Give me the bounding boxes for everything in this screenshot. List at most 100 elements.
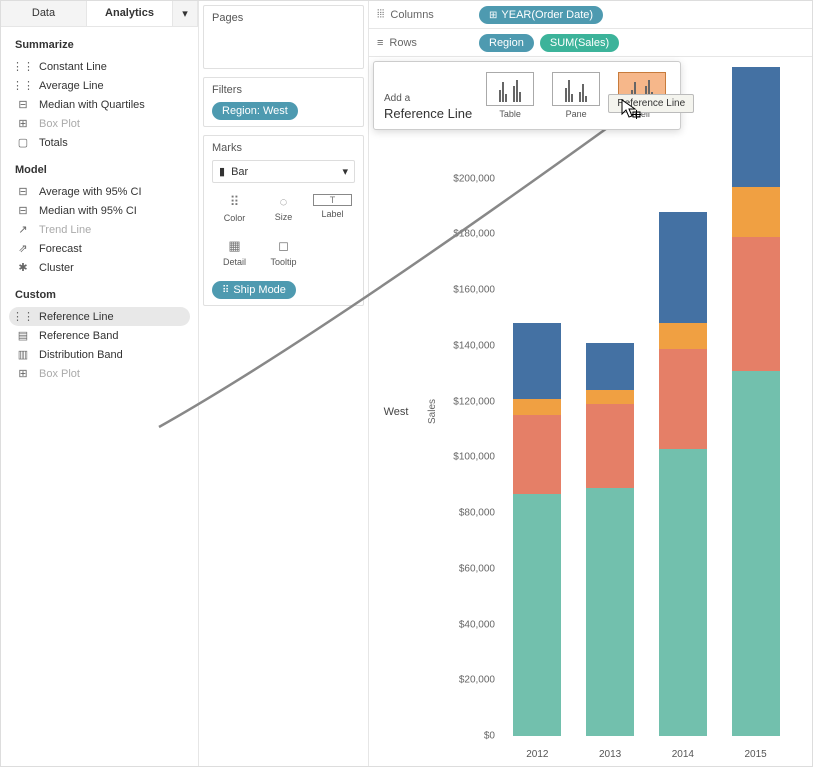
sidebar-tabs: Data Analytics ▾ [1,1,198,27]
filters-card: Filters Region: West [203,77,364,127]
analytics-item-distribution-band[interactable]: ▥Distribution Band [1,345,198,364]
detail-icon: ▦ [215,238,254,254]
y-tick: $80,000 [459,508,495,519]
pages-title: Pages [212,12,355,30]
analytics-item-icon: ⇗ [15,242,31,255]
x-tick: 2012 [526,749,548,760]
seg-second-class[interactable] [732,67,780,187]
analytics-item-totals[interactable]: ▢Totals [1,133,198,152]
analytics-item-median-with-quartiles[interactable]: ⊟Median with Quartiles [1,95,198,114]
seg-same-day[interactable] [732,237,780,371]
seg-first-class[interactable] [659,449,707,736]
tooltip-icon: ◻ [264,238,303,254]
analytics-item-icon: ✱ [15,261,31,274]
mark-label-button[interactable]: TLabel [310,189,355,229]
mark-color-button[interactable]: ⠿Color [212,189,257,229]
x-axis: 2012201320142015 [501,749,792,760]
columns-icon: ⦙⦙⦙ [377,8,384,21]
row-pill-sales[interactable]: SUM(Sales) [540,34,619,52]
size-icon: ◌ [264,194,303,209]
drag-tooltip: Reference Line [608,94,694,113]
seg-same-day[interactable] [513,415,561,493]
analytics-item-reference-line[interactable]: ⋮⋮Reference Line [9,307,190,326]
mark-detail-button[interactable]: ▦Detail [212,233,257,273]
y-tick: $20,000 [459,675,495,686]
rows-shelf[interactable]: ≡Rows Region SUM(Sales) [369,29,812,57]
analytics-item-icon: ⊟ [15,185,31,198]
seg-standard-class[interactable] [732,187,780,237]
chevron-down-icon: ▾ [342,165,348,178]
analytics-item-average-with-95-ci[interactable]: ⊟Average with 95% CI [1,182,198,201]
rows-icon: ≡ [377,37,383,49]
cards-column: Pages Filters Region: West Marks ▮Bar ▾ … [199,1,369,766]
seg-same-day[interactable] [659,349,707,449]
col-pill-year[interactable]: ⊞YEAR(Order Date) [479,6,603,24]
color-icon: ⠿ [215,194,254,210]
analytics-item-icon: ⋮⋮ [15,79,31,92]
analytics-item-icon: ⊟ [15,204,31,217]
y-tick: $40,000 [459,619,495,630]
analytics-item-icon: ⋮⋮ [15,310,31,323]
y-tick: $60,000 [459,563,495,574]
y-tick: $120,000 [453,396,495,407]
seg-standard-class[interactable] [586,390,634,404]
y-tick: $200,000 [453,173,495,184]
analytics-item-box-plot: ⊞Box Plot [1,364,198,383]
analytics-item-icon: ⋮⋮ [15,60,31,73]
analytics-item-constant-line[interactable]: ⋮⋮Constant Line [1,57,198,76]
dz-opt-pane[interactable]: Pane [548,70,604,121]
analytics-item-average-line[interactable]: ⋮⋮Average Line [1,76,198,95]
analytics-item-icon: ▢ [15,136,31,149]
mark-pill-shipmode[interactable]: ⠿Ship Mode [212,281,296,299]
y-tick: $140,000 [453,340,495,351]
seg-second-class[interactable] [513,323,561,398]
mark-type-select[interactable]: ▮Bar ▾ [212,160,355,183]
seg-first-class[interactable] [513,494,561,737]
seg-standard-class[interactable] [513,399,561,416]
seg-second-class[interactable] [586,343,634,390]
seg-first-class[interactable] [732,371,780,736]
mark-size-button[interactable]: ◌Size [261,189,306,229]
y-axis: $240,000$220,000$200,000$180,000$160,000… [441,67,501,736]
bar-2014[interactable] [659,67,707,736]
x-tick: 2014 [672,749,694,760]
analytics-sidebar: Data Analytics ▾ Summarize ⋮⋮Constant Li… [1,1,199,766]
tab-analytics[interactable]: Analytics [87,1,173,26]
analytics-item-icon: ⊟ [15,98,31,111]
bar-2013[interactable] [586,67,634,736]
reference-line-dropzone: Add a Reference Line Table Pane [373,61,681,130]
marks-title: Marks [212,142,355,160]
chart-area[interactable]: Add a Reference Line Table Pane [369,57,812,766]
worksheet-view: ⦙⦙⦙Columns ⊞YEAR(Order Date) ≡Rows Regio… [369,1,812,766]
bar-2012[interactable] [513,67,561,736]
columns-shelf[interactable]: ⦙⦙⦙Columns ⊞YEAR(Order Date) [369,1,812,29]
marks-card: Marks ▮Bar ▾ ⠿Color ◌Size TLabel ▦Detail… [203,135,364,306]
analytics-item-box-plot: ⊞Box Plot [1,114,198,133]
color-legend-icon: ⠿ [222,285,229,296]
filters-title: Filters [212,84,355,102]
seg-second-class[interactable] [659,212,707,324]
seg-same-day[interactable] [586,404,634,488]
analytics-item-cluster[interactable]: ✱Cluster [1,258,198,277]
y-tick: $0 [484,731,495,742]
section-summarize: Summarize [1,27,198,57]
section-model: Model [1,152,198,182]
mark-tooltip-button[interactable]: ◻Tooltip [261,233,306,273]
seg-standard-class[interactable] [659,323,707,348]
y-axis-label: Sales [427,399,438,424]
bar-2015[interactable] [732,67,780,736]
filter-pill-region[interactable]: Region: West [212,102,298,120]
sidebar-menu-toggle[interactable]: ▾ [173,1,198,26]
seg-first-class[interactable] [586,488,634,736]
analytics-item-reference-band[interactable]: ▤Reference Band [1,326,198,345]
dz-title: Reference Line [384,106,472,121]
analytics-item-icon: ▤ [15,329,31,342]
analytics-item-forecast[interactable]: ⇗Forecast [1,239,198,258]
row-header: West [369,57,423,766]
analytics-item-icon: ⊞ [15,367,31,380]
row-pill-region[interactable]: Region [479,34,534,52]
dz-opt-table[interactable]: Table [482,70,538,121]
y-tick: $180,000 [453,229,495,240]
tab-data[interactable]: Data [1,1,87,26]
analytics-item-median-with-95-ci[interactable]: ⊟Median with 95% CI [1,201,198,220]
